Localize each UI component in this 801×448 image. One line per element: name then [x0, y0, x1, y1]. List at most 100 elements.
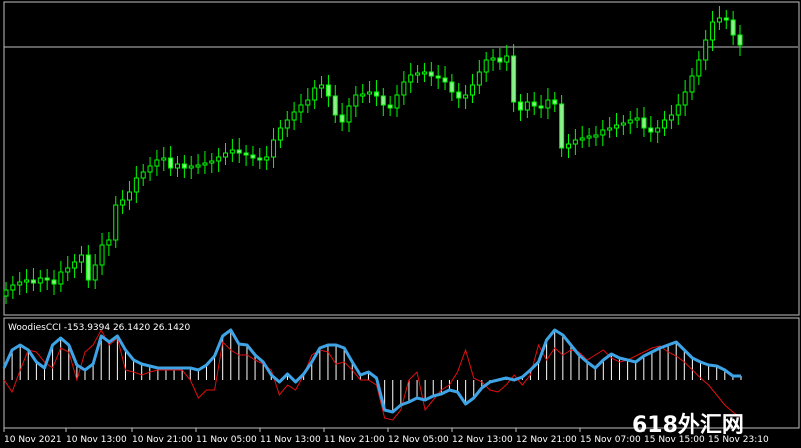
candle-body	[188, 165, 194, 169]
time-label: 12 Nov 13:00	[452, 435, 513, 445]
candle-body	[490, 57, 496, 61]
candle-body	[264, 156, 270, 161]
candle-body	[476, 71, 482, 86]
candle-body	[37, 277, 43, 284]
candle-body	[469, 84, 475, 96]
candle-body	[531, 101, 537, 107]
candle-body	[504, 55, 510, 63]
candle-body	[65, 267, 71, 273]
candle-body	[367, 91, 373, 95]
candle-body	[229, 149, 235, 154]
candle-body	[106, 239, 112, 246]
candle-body	[250, 154, 256, 159]
candle-body	[209, 160, 215, 164]
time-label: 12 Nov 21:00	[516, 435, 577, 445]
candle-body	[147, 165, 153, 173]
candle-body	[223, 152, 229, 158]
candle-body	[161, 157, 167, 161]
candle-body	[662, 119, 668, 129]
candle-body	[517, 101, 523, 111]
candle-body	[435, 75, 441, 79]
candle-body	[634, 117, 640, 121]
time-label: 11 Nov 05:00	[196, 435, 257, 445]
candle-body	[174, 163, 180, 169]
candle-body	[99, 244, 105, 266]
candle-body	[689, 75, 695, 93]
time-label: 12 Nov 05:00	[388, 435, 449, 445]
candle-body	[277, 127, 283, 141]
candle-body	[387, 104, 393, 109]
candle-body	[373, 91, 379, 97]
candle-body	[78, 254, 84, 263]
candle-body	[353, 94, 359, 107]
candle-body	[408, 74, 414, 83]
candle-body	[655, 127, 661, 133]
candle-body	[696, 59, 702, 77]
candle-body	[85, 254, 91, 281]
candle-body	[668, 114, 674, 121]
candle-body	[243, 152, 249, 156]
candle-body	[538, 105, 544, 109]
candle-body	[737, 34, 743, 46]
time-label: 10 Nov 2021	[4, 435, 62, 445]
candle-body	[552, 99, 558, 105]
candle-body	[44, 277, 50, 281]
candle-body	[620, 122, 626, 126]
candle-body	[710, 21, 716, 41]
candle-body	[291, 111, 297, 121]
candle-body	[236, 149, 242, 154]
candle-body	[195, 164, 201, 168]
candle-body	[126, 191, 132, 201]
candle-body	[703, 39, 709, 61]
candle-body	[559, 103, 565, 149]
candle-body	[593, 134, 599, 138]
candle-body	[202, 162, 208, 166]
candle-body	[10, 284, 16, 291]
candle-body	[133, 177, 139, 193]
time-label: 11 Nov 21:00	[324, 435, 385, 445]
candle-body	[497, 57, 503, 63]
candle-body	[3, 289, 9, 297]
candle-body	[579, 137, 585, 141]
candle-body	[346, 105, 352, 123]
candle-body	[545, 99, 551, 109]
candle-body	[675, 104, 681, 116]
candle-body	[730, 19, 736, 36]
candle-body	[312, 87, 318, 101]
candle-body	[332, 95, 338, 116]
candle-body	[572, 139, 578, 145]
candle-body	[72, 261, 78, 269]
candle-body	[586, 135, 592, 139]
candle-body	[415, 72, 421, 76]
candle-body	[325, 84, 331, 97]
candle-body	[627, 119, 633, 124]
candle-body	[614, 124, 620, 129]
candle-body	[17, 281, 23, 286]
candle-body	[682, 91, 688, 106]
time-label: 10 Nov 13:00	[66, 435, 127, 445]
candle-body	[394, 94, 400, 109]
candle-body	[641, 117, 647, 129]
candle-body	[58, 271, 64, 285]
candle-body	[421, 71, 427, 75]
candle-body	[257, 157, 263, 161]
candle-body	[339, 114, 345, 123]
candle-body	[51, 279, 57, 285]
candle-body	[463, 94, 469, 99]
candle[interactable]	[559, 95, 565, 157]
candle-body	[511, 55, 517, 103]
candle-body	[140, 171, 146, 179]
candle-body	[271, 139, 277, 158]
candle-body	[120, 199, 126, 206]
candle-body	[428, 71, 434, 77]
candle-body	[92, 264, 98, 281]
candle-body	[305, 99, 311, 106]
trading-chart[interactable]: WoodiesCCI -153.9394 26.1420 26.1420 10 …	[0, 0, 801, 448]
candle-body	[113, 204, 119, 241]
candle-body	[216, 156, 222, 162]
candle-body	[24, 279, 30, 283]
watermark: 618外汇网	[632, 412, 744, 438]
candle-body	[607, 127, 613, 131]
indicator-label: WoodiesCCI -153.9394 26.1420 26.1420	[8, 323, 191, 333]
candle-body	[360, 93, 366, 97]
